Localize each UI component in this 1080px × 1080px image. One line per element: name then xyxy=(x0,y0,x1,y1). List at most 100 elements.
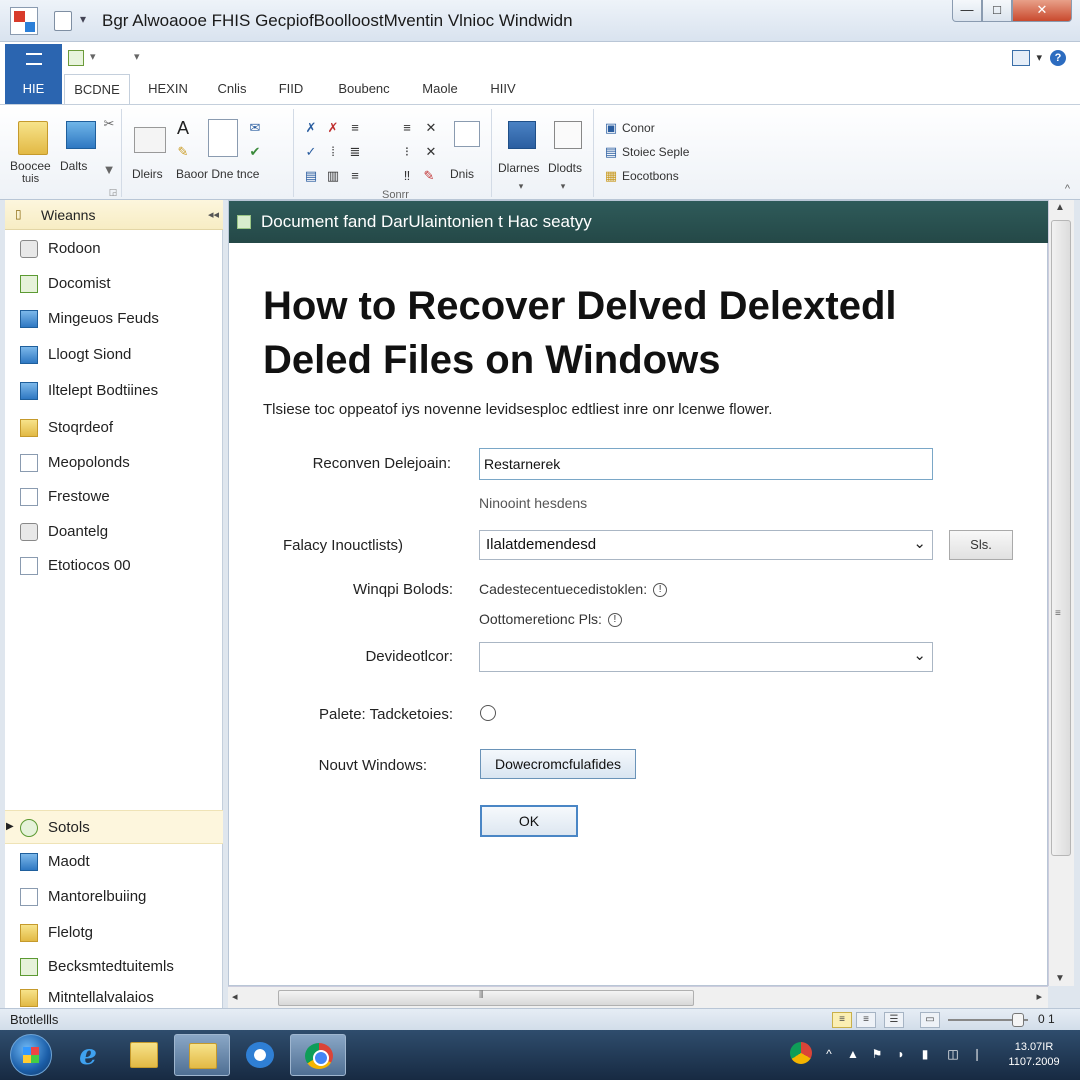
info-icon[interactable]: ! xyxy=(653,583,668,598)
paste-folder-icon[interactable] xyxy=(18,121,48,155)
justify-icon[interactable]: ▥ xyxy=(326,169,340,183)
cut-icon[interactable]: ✂ xyxy=(102,117,116,131)
tab-mailings[interactable]: Maole xyxy=(408,74,472,104)
tab-layout[interactable]: FIID xyxy=(266,74,316,104)
recover-input[interactable] xyxy=(479,448,933,480)
save-icon[interactable] xyxy=(68,50,84,66)
vertical-scrollbar[interactable]: ▲ ≡ ▼ xyxy=(1048,200,1074,986)
spacing-icon[interactable]: ≡ xyxy=(348,169,362,183)
tab-file-icon[interactable] xyxy=(5,44,62,74)
styles-icon[interactable] xyxy=(454,121,480,147)
ok-button[interactable]: OK xyxy=(480,805,578,837)
check-icon[interactable]: ✔ xyxy=(248,145,262,159)
minimize-button[interactable]: — xyxy=(952,0,982,22)
download-files-button[interactable]: Dowecromcfulafides xyxy=(480,749,636,779)
app-icon[interactable] xyxy=(10,7,38,35)
quick-access-icon[interactable] xyxy=(54,11,72,31)
chevron-down-icon[interactable]: ⌄ xyxy=(913,646,926,664)
tab-insert[interactable]: HEXIN xyxy=(138,74,198,104)
file-type-select[interactable]: Ilalatdemendesd ⌄ xyxy=(479,530,933,560)
sidebar-item[interactable]: Iltelept Bodtiines xyxy=(5,374,223,408)
sample-button[interactable]: Stoiec Seple xyxy=(622,145,689,159)
planes-button[interactable]: Dlarnes xyxy=(498,161,539,175)
full-screen-icon[interactable]: ≡ xyxy=(856,1012,876,1028)
text-effect-icon[interactable]: ✉ xyxy=(248,121,262,135)
sidebar-item[interactable]: Meopolonds xyxy=(5,446,223,480)
list-icon[interactable]: ≡ xyxy=(400,121,414,135)
horizontal-scroll-thumb[interactable]: ⦀ xyxy=(278,990,694,1006)
tray-volume-icon[interactable]: ◫ xyxy=(946,1046,960,1062)
paste-button[interactable]: Boocee xyxy=(10,159,51,173)
tab-design[interactable]: Cnlis xyxy=(204,74,260,104)
print-layout-icon[interactable]: ≡ xyxy=(832,1012,852,1028)
tab-file[interactable]: HIE xyxy=(5,74,62,104)
sidebar-item[interactable]: Docomist xyxy=(5,267,223,301)
help-icon[interactable]: ? xyxy=(1050,50,1066,66)
sidebar-header[interactable]: ▯ Wieanns ◂◂ xyxy=(5,200,223,230)
sidebar-item[interactable]: Lloogt Siond xyxy=(5,338,223,372)
close-x-icon[interactable]: ✕ xyxy=(424,121,438,135)
color-icon[interactable]: ▣ xyxy=(604,121,618,135)
scroll-left-icon[interactable]: ◂ xyxy=(232,990,238,1003)
scroll-thumb[interactable] xyxy=(1051,220,1071,856)
tab-home[interactable]: BCDNE xyxy=(64,74,130,104)
start-button[interactable] xyxy=(10,1034,52,1076)
border-line-button[interactable]: Baoor Dne tnce xyxy=(176,167,259,181)
pages-icon[interactable] xyxy=(554,121,582,149)
sort-icon[interactable]: ⁝ xyxy=(400,145,414,159)
chevron-down-icon[interactable]: ⌄ xyxy=(913,534,926,552)
monitor-icon[interactable] xyxy=(66,121,96,149)
planes-arrow-icon[interactable]: ▾ xyxy=(514,179,528,193)
tray-network-icon[interactable]: ◗ xyxy=(894,1046,908,1062)
taskbar-clock[interactable]: 13.07IR 1107.2009 xyxy=(994,1040,1074,1070)
tray-action-icon[interactable]: ❘ xyxy=(970,1046,984,1062)
sidebar-item[interactable]: Etotiocos 00 xyxy=(5,549,223,583)
sidebar-item-selected[interactable]: ▶ Sotols xyxy=(5,810,223,844)
sidebar-item[interactable]: Doantelg xyxy=(5,515,223,549)
taskbar-files-active[interactable] xyxy=(174,1034,230,1076)
quick-access-arrow-icon[interactable]: ▾ xyxy=(80,12,86,26)
taskbar-explorer[interactable] xyxy=(116,1034,172,1076)
envelope-icon[interactable] xyxy=(134,127,166,153)
dropdown-arrow-icon[interactable]: ▾ xyxy=(90,50,96,63)
tray-chrome-icon[interactable] xyxy=(790,1042,812,1064)
tools-icon[interactable] xyxy=(508,121,536,149)
sidebar-item[interactable]: Frestowe xyxy=(5,480,223,514)
strikethrough-icon[interactable]: ✕ xyxy=(424,145,438,159)
styles-button[interactable]: Dnis xyxy=(450,167,474,181)
sidebar-item[interactable]: Mantorelbuiing xyxy=(5,880,223,914)
sidebar-item[interactable]: Mitntellalvalaios xyxy=(5,981,223,1007)
customize-arrow-icon[interactable]: ▾ xyxy=(134,50,140,63)
font-icon[interactable]: A xyxy=(176,119,190,137)
multilevel-icon[interactable]: ≡ xyxy=(348,121,362,135)
scroll-down-icon[interactable]: ▼ xyxy=(1055,973,1065,984)
numbering-icon[interactable]: ✗ xyxy=(326,121,340,135)
document-icon[interactable] xyxy=(208,119,238,157)
pilcrow-icon[interactable]: ‼ xyxy=(400,169,414,183)
outline-icon[interactable]: ▭ xyxy=(920,1012,940,1028)
web-layout-icon[interactable]: ☰ xyxy=(884,1012,904,1028)
sidebar-pin-icon[interactable]: ◂◂ xyxy=(208,208,219,221)
device-select[interactable]: ⌄ xyxy=(479,642,933,672)
sidebar-item[interactable]: Rodoon xyxy=(5,232,223,266)
scroll-right-icon[interactable]: ▸ xyxy=(1036,990,1042,1003)
ribbon-display-arrow-icon[interactable]: ▾ xyxy=(1036,51,1042,64)
ribbon-display-icon[interactable] xyxy=(1012,50,1030,66)
sidebar-item[interactable]: Stoqrdeof xyxy=(5,411,223,445)
delete-option-radio[interactable] xyxy=(480,705,496,721)
font-color-icon[interactable]: ✎ xyxy=(422,169,436,183)
expand-arrow-icon[interactable]: ▶ xyxy=(6,821,14,832)
objects-button[interactable]: Dlodts xyxy=(548,161,582,175)
bullets-icon[interactable]: ✗ xyxy=(304,121,318,135)
sidebar-item[interactable]: Maodt xyxy=(5,845,223,879)
objects-arrow-icon[interactable]: ▾ xyxy=(556,179,570,193)
horizontal-scrollbar[interactable]: ◂ ⦀ ▸ xyxy=(228,986,1048,1008)
taskbar-app[interactable] xyxy=(232,1034,288,1076)
scroll-up-icon[interactable]: ▲ xyxy=(1055,202,1065,213)
letters-button[interactable]: Dleirs xyxy=(132,167,163,181)
ltr-icon[interactable]: ⁞ xyxy=(326,145,340,159)
sidebar-item[interactable]: Becksmtedtuitemls xyxy=(5,950,223,984)
tray-flag-icon[interactable]: ⚑ xyxy=(870,1046,884,1062)
browse-button[interactable]: Sls. xyxy=(949,530,1013,560)
tab-view[interactable]: HIIV xyxy=(478,74,528,104)
